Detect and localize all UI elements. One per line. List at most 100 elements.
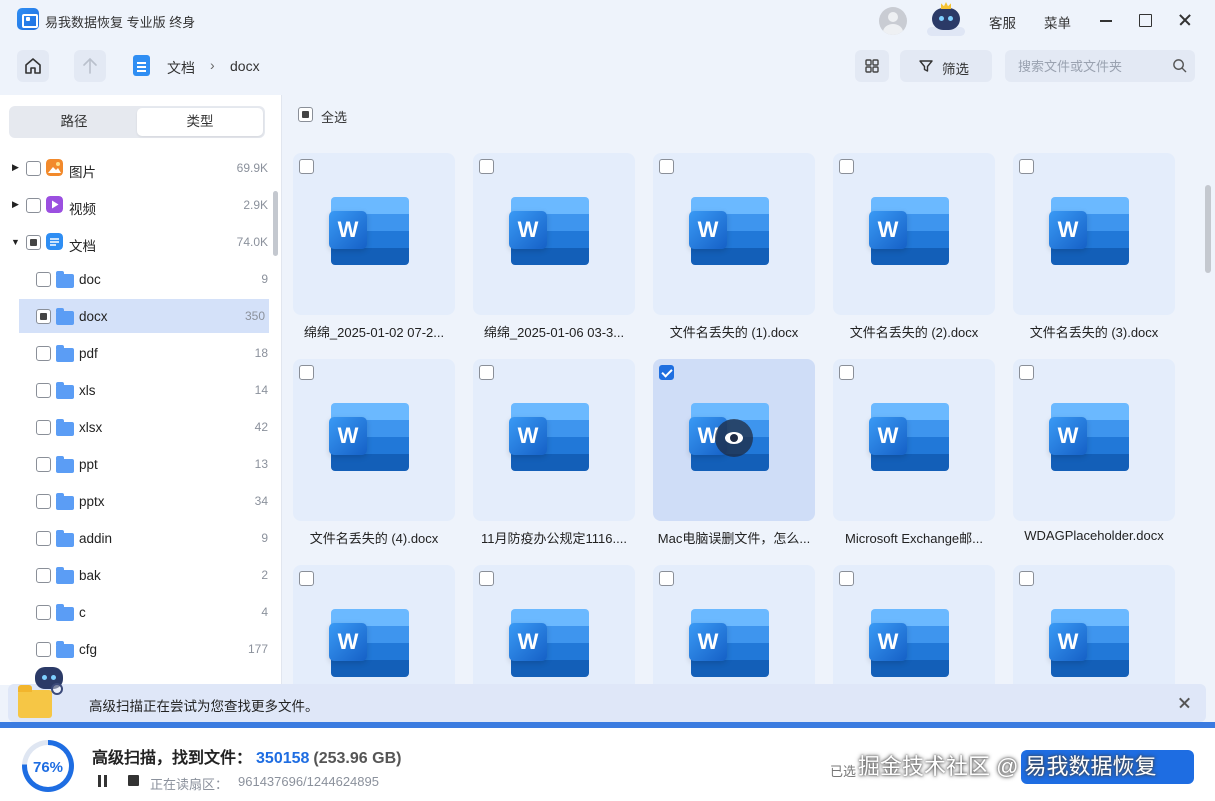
- file-checkbox[interactable]: [479, 365, 494, 380]
- search-icon[interactable]: [1172, 58, 1187, 73]
- subfolder-checkbox[interactable]: [36, 272, 51, 287]
- category-count: 69.9K: [236, 161, 268, 175]
- file-checkbox[interactable]: [479, 159, 494, 174]
- file-tile[interactable]: W: [473, 153, 635, 315]
- file-tile[interactable]: W: [293, 565, 455, 684]
- subfolder-xls[interactable]: xls 14: [0, 373, 272, 407]
- tree-item-documents[interactable]: ▼ 文档 74.0K: [0, 225, 272, 259]
- subfolder-pdf[interactable]: pdf 18: [0, 336, 272, 370]
- tree-item-videos[interactable]: ▶ 视频 2.9K: [0, 188, 272, 222]
- subfolder-checkbox[interactable]: [36, 568, 51, 583]
- filter-button[interactable]: 筛选: [900, 50, 992, 82]
- stop-icon[interactable]: [128, 775, 139, 786]
- file-tile[interactable]: W: [833, 359, 995, 521]
- word-glyph: W: [1049, 211, 1087, 249]
- subfolder-count: 350: [244, 309, 265, 323]
- up-level-button[interactable]: [74, 50, 106, 82]
- collapse-arrow-icon[interactable]: ▼: [11, 237, 21, 249]
- file-tile[interactable]: W: [473, 565, 635, 684]
- file-tile[interactable]: W: [1013, 359, 1175, 521]
- file-checkbox[interactable]: [479, 571, 494, 586]
- file-tile[interactable]: W: [293, 153, 455, 315]
- main-scrollbar[interactable]: [1205, 185, 1211, 273]
- customer-service-button[interactable]: 客服: [989, 12, 1016, 32]
- category-checkbox[interactable]: [26, 235, 41, 250]
- document-icon: [46, 233, 63, 250]
- home-button[interactable]: [17, 50, 49, 82]
- file-checkbox[interactable]: [659, 159, 674, 174]
- file-checkbox[interactable]: [1019, 365, 1034, 380]
- folder-icon: [56, 567, 74, 584]
- file-checkbox[interactable]: [839, 365, 854, 380]
- file-tile[interactable]: W: [833, 565, 995, 684]
- view-mode-tabs: 路径 类型: [9, 106, 265, 138]
- file-tile[interactable]: W: [653, 565, 815, 684]
- file-checkbox[interactable]: [659, 571, 674, 586]
- subfolder-checkbox[interactable]: [36, 531, 51, 546]
- tab-path[interactable]: 路径: [11, 108, 137, 136]
- tree-item-images[interactable]: ▶ 图片 69.9K: [0, 151, 272, 185]
- menu-button[interactable]: 菜单: [1044, 12, 1071, 32]
- file-tile[interactable]: W: [473, 359, 635, 521]
- notification-text: 高级扫描正在尝试为您查找更多文件。: [89, 699, 319, 714]
- subfolder-pptx[interactable]: pptx 34: [0, 484, 272, 518]
- preview-eye-icon[interactable]: [715, 419, 753, 457]
- close-notification-button[interactable]: [1176, 694, 1194, 712]
- maximize-button[interactable]: [1134, 9, 1156, 31]
- file-checkbox[interactable]: [659, 365, 674, 380]
- file-tile[interactable]: W: [1013, 565, 1175, 684]
- subfolder-checkbox[interactable]: [36, 642, 51, 657]
- subfolder-doc[interactable]: doc 9: [0, 262, 272, 296]
- folder-icon: [56, 382, 74, 399]
- file-checkbox[interactable]: [1019, 159, 1034, 174]
- category-checkbox[interactable]: [26, 161, 41, 176]
- file-name: 11月防疫办公规定1116....: [481, 531, 627, 546]
- subfolder-docx[interactable]: docx 350: [19, 299, 269, 333]
- close-window-button[interactable]: [1174, 9, 1196, 31]
- file-checkbox[interactable]: [299, 365, 314, 380]
- subfolder-checkbox[interactable]: [36, 383, 51, 398]
- file-tile[interactable]: W: [293, 359, 455, 521]
- file-tile[interactable]: W: [653, 153, 815, 315]
- home-icon: [25, 58, 41, 74]
- subfolder-cfg[interactable]: cfg 177: [0, 632, 272, 666]
- subfolder-checkbox[interactable]: [36, 494, 51, 509]
- subfolder-checkbox[interactable]: [36, 605, 51, 620]
- subfolder-checkbox[interactable]: [36, 346, 51, 361]
- subfolder-count: 18: [254, 346, 268, 360]
- file-checkbox[interactable]: [1019, 571, 1034, 586]
- file-checkbox[interactable]: [839, 571, 854, 586]
- file-checkbox[interactable]: [299, 159, 314, 174]
- select-all-label: 全选: [321, 110, 348, 125]
- file-checkbox[interactable]: [839, 159, 854, 174]
- subfolder-checkbox[interactable]: [36, 309, 51, 324]
- grid-view-button[interactable]: [855, 50, 889, 82]
- tab-type[interactable]: 类型: [137, 108, 263, 136]
- category-count: 74.0K: [236, 235, 268, 249]
- user-avatar-icon[interactable]: [879, 7, 907, 35]
- subfolder-addin[interactable]: addin 9: [0, 521, 272, 555]
- vip-mascot-icon[interactable]: [925, 2, 967, 36]
- search-box[interactable]: [1005, 50, 1195, 82]
- left-scrollbar[interactable]: [273, 191, 278, 256]
- expand-arrow-icon[interactable]: ▶: [12, 162, 22, 174]
- breadcrumb-documents[interactable]: 文档: [167, 58, 195, 78]
- subfolder-checkbox[interactable]: [36, 457, 51, 472]
- subfolder-xlsx[interactable]: xlsx 42: [0, 410, 272, 444]
- subfolder-c[interactable]: c 4: [0, 595, 272, 629]
- select-all-checkbox[interactable]: [298, 107, 313, 122]
- subfolder-bak[interactable]: bak 2: [0, 558, 272, 592]
- file-tile[interactable]: W: [653, 359, 815, 521]
- word-document-icon: W: [689, 609, 769, 677]
- file-tile[interactable]: W: [833, 153, 995, 315]
- category-checkbox[interactable]: [26, 198, 41, 213]
- minimize-button[interactable]: [1095, 9, 1117, 31]
- pause-icon[interactable]: [97, 775, 109, 787]
- file-checkbox[interactable]: [299, 571, 314, 586]
- expand-arrow-icon[interactable]: ▶: [12, 199, 22, 211]
- subfolder-checkbox[interactable]: [36, 420, 51, 435]
- search-input[interactable]: [1018, 57, 1163, 75]
- file-tile[interactable]: W: [1013, 153, 1175, 315]
- subfolder-ppt[interactable]: ppt 13: [0, 447, 272, 481]
- subfolder-count: 34: [254, 494, 268, 508]
